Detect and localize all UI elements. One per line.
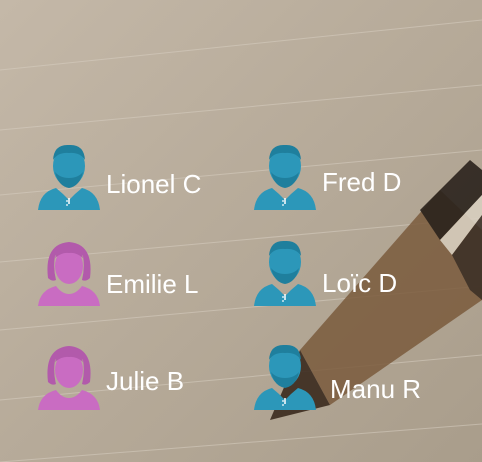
male-avatar-icon <box>254 240 316 306</box>
contact-name: Loïc D <box>322 268 398 298</box>
contact-manu-r[interactable]: Manu R <box>252 342 421 412</box>
male-avatar-icon <box>254 144 316 210</box>
contact-name: Manu R <box>330 374 422 404</box>
contact-grid-screen: Lionel C Fred D Emilie L Loïc D Julie B … <box>0 0 482 462</box>
contact-loic-d[interactable]: Loïc D <box>252 238 397 308</box>
female-avatar-icon <box>38 346 100 410</box>
contact-lionel-c[interactable]: Lionel C <box>36 142 201 212</box>
female-avatar-icon <box>38 242 100 306</box>
contact-name: Julie B <box>106 366 185 396</box>
contact-emilie-l[interactable]: Emilie L <box>36 238 198 308</box>
contact-name: Fred D <box>322 167 402 197</box>
contact-name: Lionel C <box>106 169 202 199</box>
contact-fred-d[interactable]: Fred D <box>252 142 401 212</box>
contact-julie-b[interactable]: Julie B <box>36 342 184 412</box>
male-avatar-icon <box>254 344 316 410</box>
contact-name: Emilie L <box>106 269 199 299</box>
male-avatar-icon <box>38 144 100 210</box>
